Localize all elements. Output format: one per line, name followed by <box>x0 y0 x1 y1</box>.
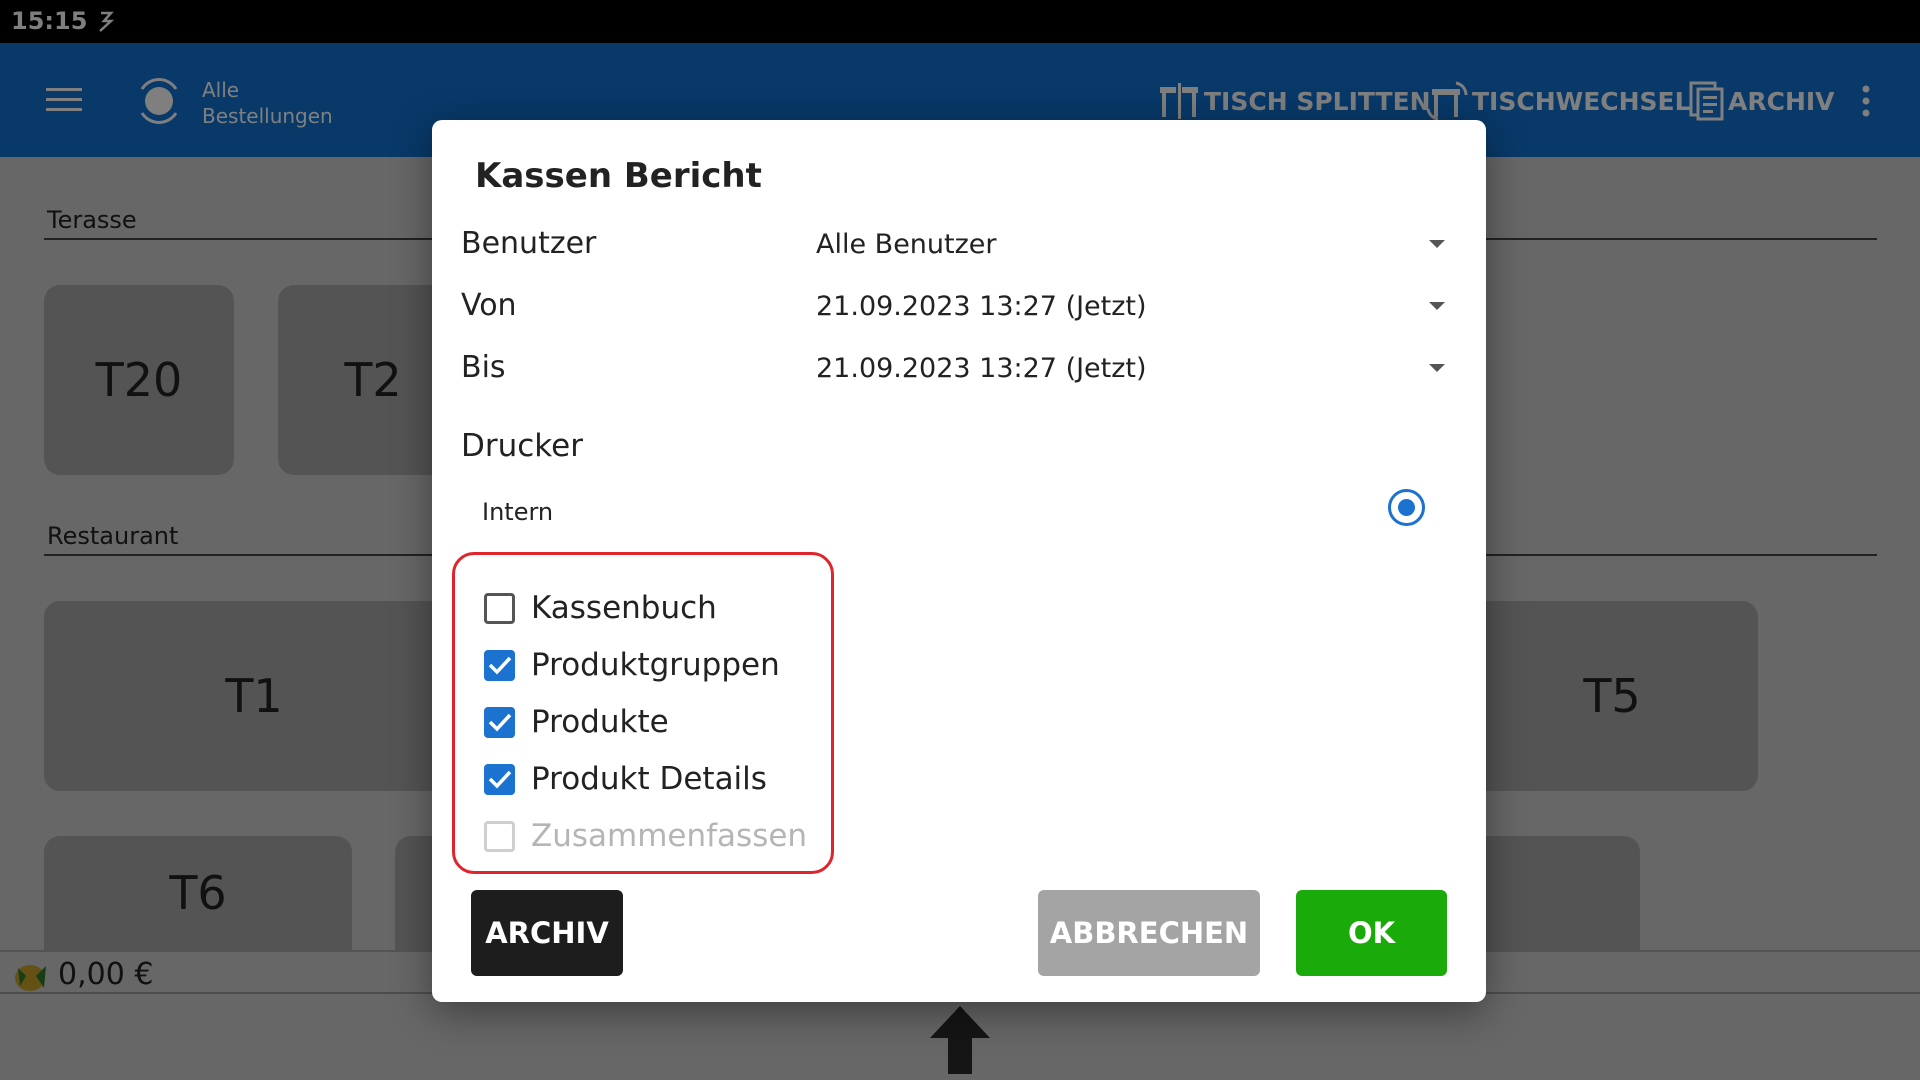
from-date-select[interactable]: Von 21.09.2023 13:27 (Jetzt) <box>461 282 1461 332</box>
checkbox-disabled-icon <box>484 820 515 852</box>
checkbox-produkt-details[interactable]: Produkt Details <box>484 757 767 801</box>
to-date-select[interactable]: Bis 21.09.2023 13:27 (Jetzt) <box>461 344 1461 394</box>
dropdown-arrow-icon <box>1429 240 1445 248</box>
user-value: Alle Benutzer <box>816 229 997 260</box>
checkbox-label: Produktgruppen <box>531 647 780 683</box>
to-label: Bis <box>461 350 506 385</box>
dialog-title: Kassen Bericht <box>475 156 762 196</box>
checkbox-kassenbuch[interactable]: Kassenbuch <box>484 586 717 630</box>
checkbox-unchecked-icon <box>484 592 515 624</box>
checkbox-checked-icon <box>484 706 515 738</box>
checkbox-label: Kassenbuch <box>531 590 717 626</box>
from-label: Von <box>461 288 517 323</box>
printer-label: Drucker <box>461 428 583 464</box>
from-value: 21.09.2023 13:27 (Jetzt) <box>816 291 1147 322</box>
checkbox-label: Zusammenfassen <box>531 818 808 854</box>
checkbox-label: Produkt Details <box>531 761 767 797</box>
checkbox-checked-icon <box>484 649 515 681</box>
checkbox-label: Produkte <box>531 704 669 740</box>
user-select[interactable]: Benutzer Alle Benutzer <box>461 220 1461 270</box>
ok-button[interactable]: OK <box>1296 890 1447 976</box>
to-value: 21.09.2023 13:27 (Jetzt) <box>816 353 1147 384</box>
checkbox-produkte[interactable]: Produkte <box>484 700 669 744</box>
checkbox-zusammenfassen: Zusammenfassen <box>484 814 807 858</box>
kassen-bericht-dialog: Kassen Bericht Benutzer Alle Benutzer Vo… <box>432 120 1486 1002</box>
printer-option-label: Intern <box>482 498 554 526</box>
archive-dialog-button[interactable]: ARCHIV <box>471 890 623 976</box>
cancel-button[interactable]: ABBRECHEN <box>1038 890 1260 976</box>
user-label: Benutzer <box>461 226 597 261</box>
checkbox-checked-icon <box>484 763 515 795</box>
dropdown-arrow-icon <box>1429 302 1445 310</box>
checkbox-produktgruppen[interactable]: Produktgruppen <box>484 643 780 687</box>
dropdown-arrow-icon <box>1429 364 1445 372</box>
printer-radio-intern[interactable] <box>1388 489 1425 526</box>
